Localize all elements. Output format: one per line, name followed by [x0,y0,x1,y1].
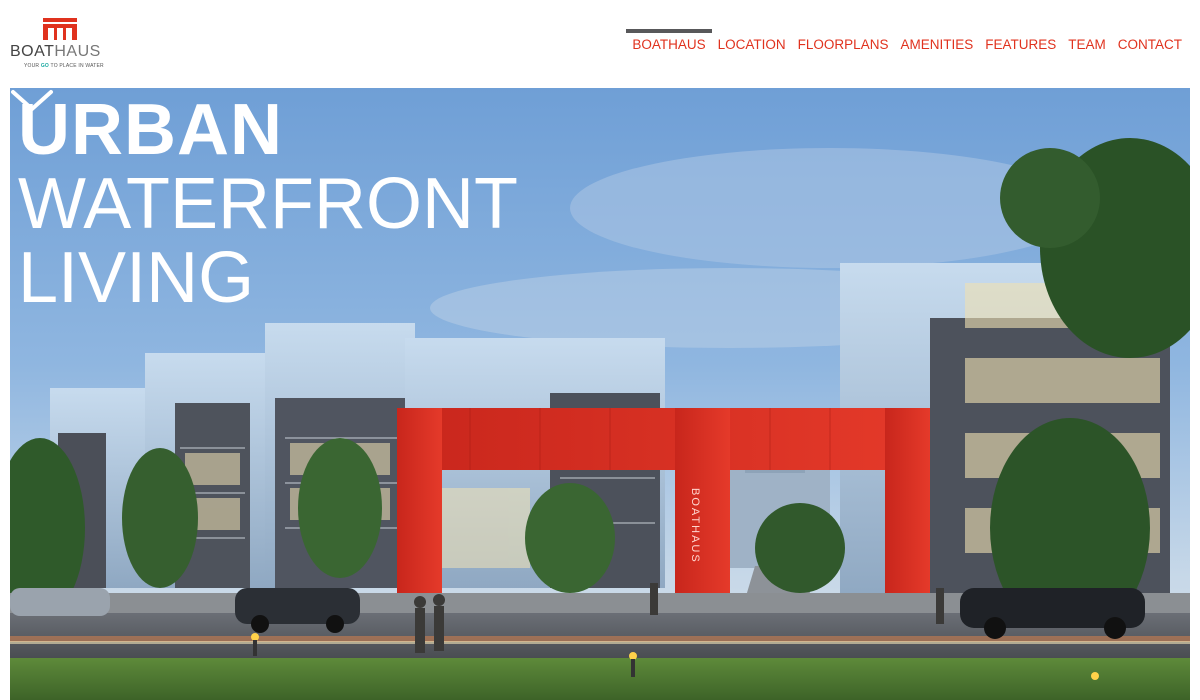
logo-mark-icon [43,18,77,40]
nav-item-amenities[interactable]: AMENITIES [894,29,979,52]
gate-sign-text: BOATHAUS [689,488,701,564]
logo-tagline: YOUR GO TO PLACE IN WATER [24,63,104,69]
logo[interactable]: BOATHAUS YOUR GO TO PLACE IN WATER [10,18,115,69]
hero-banner: BOATHAUS URBAN WATERFRONT LIVING [10,88,1190,700]
nav-item-location[interactable]: LOCATION [712,29,792,52]
tagline-before: YOUR [24,63,40,69]
main-nav: BOATHAUS LOCATION FLOORPLANS AMENITIES F… [626,29,1188,52]
nav-item-contact[interactable]: CONTACT [1112,29,1188,52]
logo-word-haus: HAUS [54,43,101,60]
logo-word-boat: BOAT [10,43,55,60]
headline-line-2: WATERFRONT [18,164,518,244]
tagline-after: TO PLACE IN WATER [50,63,104,69]
nav-item-boathaus[interactable]: BOATHAUS [626,29,712,52]
site-header: BOATHAUS YOUR GO TO PLACE IN WATER BOATH… [0,0,1200,88]
nav-item-team[interactable]: TEAM [1062,29,1112,52]
hero-headline: URBAN WATERFRONT LIVING [18,94,518,314]
headline-line-1: URBAN [18,90,283,170]
logo-wordmark: BOATHAUS [10,43,101,61]
tagline-go: GO [40,63,50,69]
nav-item-features[interactable]: FEATURES [979,29,1062,52]
nav-item-floorplans[interactable]: FLOORPLANS [792,29,895,52]
headline-line-3: LIVING [18,238,255,318]
chevron-down-icon[interactable] [10,88,54,114]
